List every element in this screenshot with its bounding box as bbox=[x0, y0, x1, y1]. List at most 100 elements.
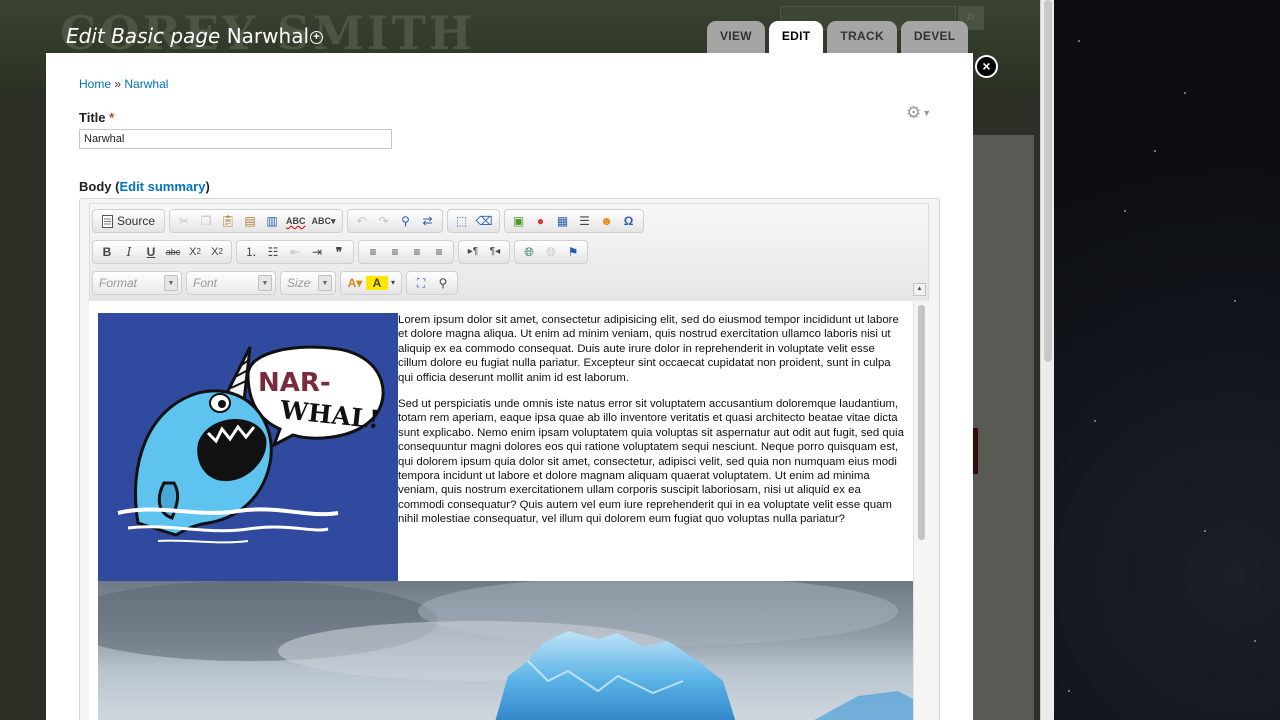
text-ltr-icon[interactable]: ▸¶ bbox=[462, 242, 484, 262]
wysiwyg-editor: Source ✂ ❐ 📋︎ ▤ ▥ ABC ABC▾ ↶ ↷ ⚲ ⇄ ⬚ ⌫ ▣… bbox=[79, 198, 940, 720]
anchor-flag-icon[interactable]: ⚑ bbox=[562, 242, 584, 262]
breadcrumb: Home » Narwhal bbox=[79, 77, 168, 91]
chevron-down-icon: ▼ bbox=[258, 275, 272, 291]
bulleted-list-icon[interactable]: ☷ bbox=[262, 242, 284, 262]
show-blocks-icon[interactable]: ⚲ bbox=[432, 273, 454, 293]
image-icon[interactable]: ▣ bbox=[508, 211, 530, 231]
title-label: Title * bbox=[79, 110, 114, 125]
overlay-title: Edit Basic page Narwhal bbox=[66, 24, 309, 48]
paste-text-icon[interactable]: ▤ bbox=[239, 211, 261, 231]
contextual-links-gear-icon[interactable]: ⚙▼ bbox=[906, 103, 931, 123]
align-left-icon[interactable]: ≡ bbox=[362, 242, 384, 262]
redo-icon[interactable]: ↷ bbox=[373, 211, 395, 231]
numbered-list-icon[interactable]: ⒈ bbox=[240, 242, 262, 262]
breadcrumb-home-link[interactable]: Home bbox=[79, 77, 111, 91]
size-select[interactable]: Size ▼ bbox=[280, 271, 336, 295]
editor-toolbar: Source ✂ ❐ 📋︎ ▤ ▥ ABC ABC▾ ↶ ↷ ⚲ ⇄ ⬚ ⌫ ▣… bbox=[89, 203, 929, 301]
find-icon[interactable]: ⚲ bbox=[395, 211, 417, 231]
spellcheck-icon[interactable]: ABC bbox=[283, 211, 309, 231]
background-color-arrow-icon[interactable]: ▾ bbox=[388, 273, 398, 293]
close-overlay-button[interactable]: × bbox=[975, 55, 998, 78]
required-marker: * bbox=[109, 110, 115, 125]
source-group: Source bbox=[92, 209, 166, 233]
copy-icon[interactable]: ❐ bbox=[195, 211, 217, 231]
title-label-text: Title bbox=[79, 110, 106, 125]
desktop-background bbox=[1054, 0, 1280, 720]
editor-content-area[interactable]: NAR- WHAL! Lorem ipsum dolor sit amet, c… bbox=[89, 301, 928, 720]
smiley-icon[interactable]: ☻ bbox=[596, 211, 618, 231]
italic-icon[interactable]: I bbox=[118, 242, 140, 262]
select-all-icon[interactable]: ⬚ bbox=[451, 211, 473, 231]
basic-styles-group: B I U abc X2 X2 bbox=[92, 240, 232, 264]
body-paragraph-2[interactable]: Sed ut perspiciatis unde omnis iste natu… bbox=[398, 397, 904, 527]
tab-edit[interactable]: EDIT bbox=[768, 21, 824, 53]
align-group: ≡ ≡ ≡ ≡ bbox=[358, 240, 454, 264]
remove-format-icon[interactable]: ⌫ bbox=[473, 211, 496, 231]
overlay-content: Home » Narwhal ⚙▼ Title * Body (Edit sum… bbox=[46, 53, 973, 720]
unlink-icon[interactable]: 🌐︎ bbox=[540, 242, 562, 262]
narwhal-image[interactable]: NAR- WHAL! bbox=[98, 313, 398, 581]
toolbar-row-3: Format ▼ Font ▼ Size ▼ A▾ A ▾ ⛶ ⚲ bbox=[92, 271, 459, 295]
list-group: ⒈ ☷ ⇤ ⇥ ❞ bbox=[236, 240, 354, 264]
strikethrough-icon[interactable]: abc bbox=[162, 242, 184, 262]
subscript-icon[interactable]: X2 bbox=[184, 242, 206, 262]
body-paragraph-1[interactable]: Lorem ipsum dolor sit amet, consectetur … bbox=[398, 313, 904, 385]
edit-summary-link[interactable]: Edit summary bbox=[119, 179, 205, 194]
insert-group: ▣ ● ▦ ☰ ☻ Ω bbox=[503, 209, 644, 233]
link-group: 🌐︎ 🌐︎ ⚑ bbox=[514, 240, 588, 264]
toolbar-row-1: Source ✂ ❐ 📋︎ ▤ ▥ ABC ABC▾ ↶ ↷ ⚲ ⇄ ⬚ ⌫ ▣… bbox=[92, 209, 644, 233]
link-icon[interactable]: 🌐︎ bbox=[518, 242, 540, 262]
cut-icon[interactable]: ✂ bbox=[173, 211, 195, 231]
breadcrumb-current-link[interactable]: Narwhal bbox=[124, 77, 168, 91]
toolbar-row-2: B I U abc X2 X2 ⒈ ☷ ⇤ ⇥ ❞ ≡ ≡ ≡ ≡ ▸¶ ¶◂ … bbox=[92, 240, 588, 264]
size-select-placeholder: Size bbox=[287, 276, 311, 290]
select-group: ⬚ ⌫ bbox=[446, 209, 500, 233]
source-label: Source bbox=[117, 214, 156, 228]
table-icon[interactable]: ▦ bbox=[552, 211, 574, 231]
replace-icon[interactable]: ⇄ bbox=[417, 211, 439, 231]
toolbar-collapse-icon[interactable]: ▲ bbox=[913, 283, 926, 296]
tab-track[interactable]: TRACK bbox=[827, 21, 897, 53]
iceberg-image[interactable] bbox=[98, 581, 913, 720]
align-center-icon[interactable]: ≡ bbox=[384, 242, 406, 262]
paste-icon[interactable]: 📋︎ bbox=[217, 211, 239, 231]
align-justify-icon[interactable]: ≡ bbox=[428, 242, 450, 262]
chevron-down-icon: ▼ bbox=[318, 275, 332, 291]
format-select[interactable]: Format ▼ bbox=[92, 271, 182, 295]
editor-scrollbar[interactable] bbox=[913, 301, 928, 720]
spellcheck-as-you-type-icon[interactable]: ABC▾ bbox=[309, 211, 339, 231]
bold-icon[interactable]: B bbox=[96, 242, 118, 262]
horizontal-rule-icon[interactable]: ☰ bbox=[574, 211, 596, 231]
paste-from-word-icon[interactable]: ▥ bbox=[261, 211, 283, 231]
maximize-icon[interactable]: ⛶ bbox=[410, 273, 432, 293]
body-text[interactable]: Lorem ipsum dolor sit amet, consectetur … bbox=[398, 313, 904, 539]
flash-icon[interactable]: ● bbox=[530, 211, 552, 231]
superscript-icon[interactable]: X2 bbox=[206, 242, 228, 262]
title-input[interactable] bbox=[79, 129, 392, 149]
font-select[interactable]: Font ▼ bbox=[186, 271, 276, 295]
indent-icon[interactable]: ⇥ bbox=[306, 242, 328, 262]
edit-group: ↶ ↷ ⚲ ⇄ bbox=[346, 209, 443, 233]
undo-icon[interactable]: ↶ bbox=[351, 211, 373, 231]
tab-devel[interactable]: DEVEL bbox=[900, 21, 969, 53]
source-button[interactable]: Source bbox=[96, 211, 161, 231]
blockquote-icon[interactable]: ❞ bbox=[328, 242, 350, 262]
text-color-icon[interactable]: A▾ bbox=[344, 273, 366, 293]
special-char-icon[interactable]: Ω bbox=[618, 211, 640, 231]
background-color-icon[interactable]: A bbox=[366, 276, 388, 290]
window-scrollbar[interactable] bbox=[1040, 0, 1054, 720]
align-right-icon[interactable]: ≡ bbox=[406, 242, 428, 262]
add-shortcut-icon[interactable]: + bbox=[310, 31, 323, 44]
underline-icon[interactable]: U bbox=[140, 242, 162, 262]
overlay-title-prefix: Edit Basic page bbox=[66, 24, 221, 48]
breadcrumb-separator: » bbox=[114, 77, 122, 91]
overlay-title-node: Narwhal bbox=[226, 24, 310, 48]
color-group: A▾ A ▾ bbox=[340, 271, 403, 295]
narwhal-bubble-line1: NAR- bbox=[258, 368, 331, 398]
editor-scrollbar-thumb[interactable] bbox=[918, 305, 925, 540]
outdent-icon[interactable]: ⇤ bbox=[284, 242, 306, 262]
text-rtl-icon[interactable]: ¶◂ bbox=[484, 242, 506, 262]
narwhal-illustration: NAR- WHAL! bbox=[98, 313, 398, 581]
window-scrollbar-thumb[interactable] bbox=[1044, 0, 1052, 362]
tab-view[interactable]: VIEW bbox=[707, 21, 765, 53]
